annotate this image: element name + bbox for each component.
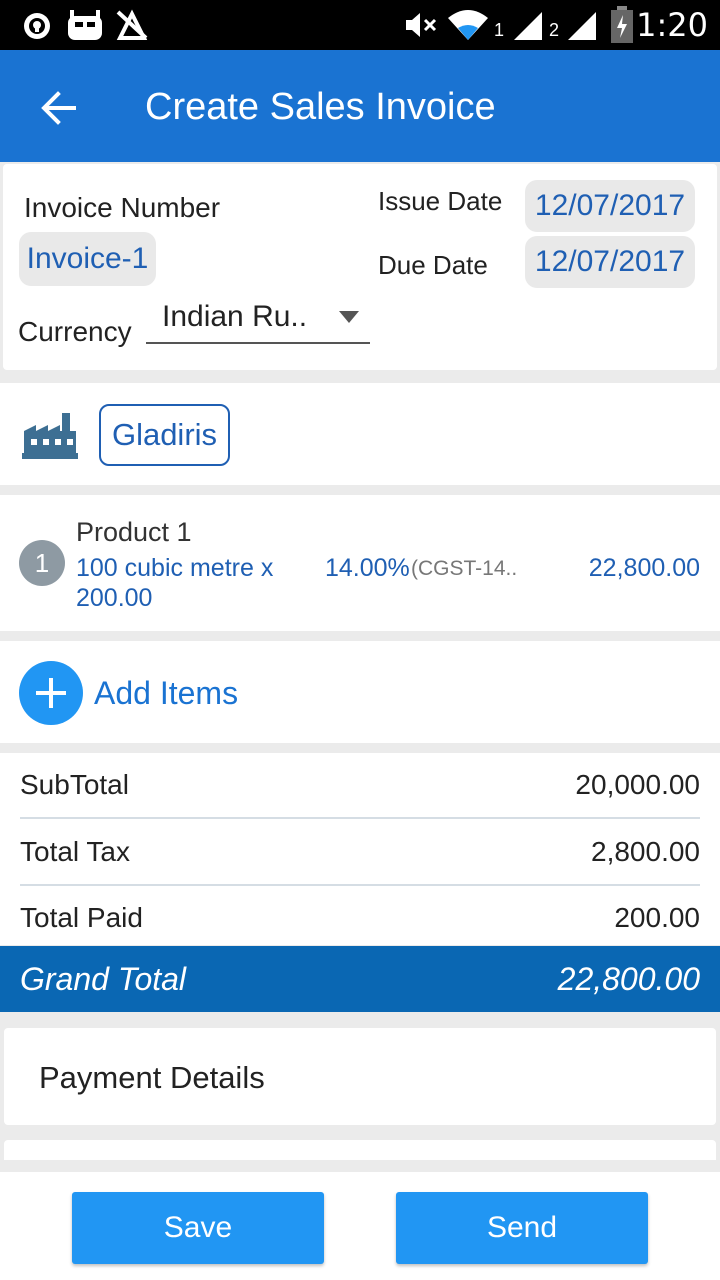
next-section-card <box>4 1140 716 1160</box>
status-bar: 1 2 1:20 <box>0 0 720 50</box>
payment-details-card[interactable]: Payment Details <box>4 1028 716 1125</box>
chevron-down-icon <box>339 311 359 323</box>
due-date-label: Due Date <box>378 250 488 280</box>
currency-select[interactable]: Indian Ru.. <box>146 296 370 344</box>
issue-date-field[interactable]: 12/07/2017 <box>525 180 695 232</box>
mute-icon <box>406 13 437 37</box>
plus-circle-icon <box>19 661 83 725</box>
item-quantity-line1: 100 cubic metre x <box>76 554 274 582</box>
item-index-badge: 1 <box>19 540 65 586</box>
invoice-number-label: Invoice Number <box>24 192 221 223</box>
battery-icon <box>611 6 633 43</box>
total-tax-value: 2,800.00 <box>591 836 700 867</box>
no-location-icon <box>116 9 148 40</box>
subtotal-value: 20,000.00 <box>575 769 700 800</box>
send-button-label: Send <box>486 1211 558 1244</box>
add-items-row[interactable]: Add Items <box>0 641 720 743</box>
shield-icon <box>24 13 50 39</box>
sim2-label: 2 <box>549 20 560 40</box>
cyanogen-icon <box>68 10 102 40</box>
grand-total-label: Grand Total <box>20 961 187 997</box>
customer-chip[interactable]: Gladiris <box>99 404 230 466</box>
arrow-back-icon[interactable] <box>38 88 78 128</box>
signal-icon <box>514 12 542 40</box>
issue-date-label: Issue Date <box>378 186 503 216</box>
grand-total-value: 22,800.00 <box>557 961 700 997</box>
customer-card: Gladiris <box>0 383 720 485</box>
clock: 1:20 <box>636 6 708 44</box>
divider <box>20 817 700 819</box>
subtotal-label: SubTotal <box>20 769 129 800</box>
invoice-number-field[interactable]: Invoice-1 <box>19 232 156 286</box>
add-items-label: Add Items <box>94 675 239 711</box>
total-tax-label: Total Tax <box>20 836 130 867</box>
item-quantity-line2: 200.00 <box>76 584 153 612</box>
currency-label: Currency <box>18 316 132 347</box>
factory-icon <box>22 413 78 459</box>
item-row[interactable]: 1 Product 1 100 cubic metre x 200.00 14.… <box>0 495 720 631</box>
customer-name: Gladiris <box>111 417 218 452</box>
issue-date-value: 12/07/2017 <box>534 189 686 222</box>
wifi-icon <box>448 10 488 40</box>
total-paid-value: 200.00 <box>614 902 700 933</box>
totals-card: SubTotal 20,000.00 Total Tax 2,800.00 To… <box>0 753 720 945</box>
item-tax-name: (CGST-14.. <box>411 557 518 580</box>
app-bar: Create Sales Invoice <box>0 50 720 162</box>
payment-details-label: Payment Details <box>39 1060 265 1095</box>
total-paid-label: Total Paid <box>20 902 143 933</box>
divider <box>20 884 700 886</box>
item-name: Product 1 <box>76 517 192 547</box>
due-date-value: 12/07/2017 <box>534 245 686 278</box>
item-index: 1 <box>34 548 50 578</box>
signal-icon <box>568 12 596 40</box>
page-title: Create Sales Invoice <box>145 86 496 128</box>
currency-value: Indian Ru.. <box>162 300 308 333</box>
sim1-label: 1 <box>494 20 505 40</box>
invoice-number-value: Invoice-1 <box>26 242 149 275</box>
send-button[interactable]: Send <box>396 1192 648 1264</box>
due-date-field[interactable]: 12/07/2017 <box>525 236 695 288</box>
item-tax-rate: 14.00% <box>325 554 410 582</box>
invoice-info-card: Invoice Number Invoice-1 Issue Date 12/0… <box>3 164 717 370</box>
grand-total-bar: Grand Total 22,800.00 <box>0 946 720 1012</box>
bottom-action-bar: Save Send <box>0 1172 720 1280</box>
save-button[interactable]: Save <box>72 1192 324 1264</box>
item-amount: 22,800.00 <box>588 554 700 582</box>
save-button-label: Save <box>163 1211 233 1244</box>
